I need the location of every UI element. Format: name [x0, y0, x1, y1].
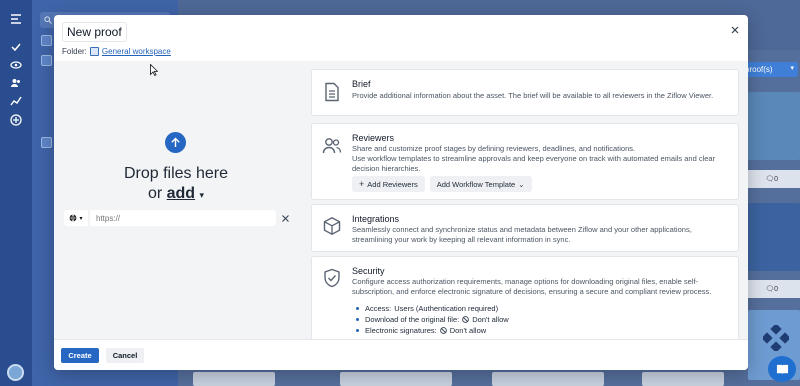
close-icon [731, 26, 739, 34]
proof-card[interactable] [340, 372, 452, 386]
proof-card[interactable] [492, 372, 604, 386]
new-proof-button[interactable]: proof(s) ▾ [742, 62, 798, 77]
reviewers-section[interactable]: Reviewers Share and customize proof stag… [311, 123, 739, 200]
security-item-value: Don't allow [472, 315, 509, 324]
close-icon [281, 214, 289, 222]
users-icon[interactable] [6, 74, 26, 92]
check-icon[interactable] [6, 38, 26, 56]
comment-count: 0 [774, 175, 778, 183]
drop-files-heading: Drop files here [123, 165, 229, 182]
search-icon [44, 16, 52, 24]
proof-options: Brief Provide additional information abo… [304, 61, 748, 339]
mouse-cursor-icon [150, 64, 158, 76]
add-files-link[interactable]: add [167, 185, 195, 202]
brief-title: Brief [352, 79, 371, 89]
avatar[interactable] [7, 364, 24, 381]
folder-icon [89, 46, 99, 56]
app-rail [0, 0, 32, 386]
close-button[interactable] [728, 23, 742, 37]
menu-icon[interactable] [6, 10, 26, 28]
dialog-title[interactable]: New proof [62, 22, 127, 42]
folder-label: Folder: [62, 46, 87, 56]
source-select[interactable]: ▾ [64, 210, 88, 226]
ban-icon [439, 327, 447, 334]
eye-icon[interactable] [6, 56, 26, 74]
security-item-esignature: Electronic signatures: Don't allow [356, 325, 509, 336]
security-section[interactable]: Security Configure access authorization … [311, 256, 739, 339]
proof-card-footer: 🗨 0 [748, 170, 800, 188]
bullet [356, 329, 359, 332]
chevron-down-icon[interactable]: ▾ [200, 190, 205, 200]
chevron-down-icon: ⌄ [518, 179, 525, 189]
url-import-row: ▾ [64, 210, 292, 226]
arrow-up-icon [171, 137, 180, 147]
add-reviewers-button[interactable]: + Add Reviewers [352, 176, 425, 192]
upload-button[interactable] [165, 132, 186, 153]
reviewers-description-2: Use workflow templates to streamline app… [352, 154, 716, 173]
proof-card-footer: 🗨 0 [748, 280, 800, 298]
add-circle-icon[interactable] [6, 111, 26, 129]
integrations-section[interactable]: Integrations Seamlessly connect and sync… [311, 204, 739, 252]
security-item-access: Access: Users (Authentication required) [356, 303, 509, 314]
chart-icon[interactable] [6, 92, 26, 110]
reviewers-actions: + Add Reviewers Add Workflow Template ⌄ [352, 176, 532, 192]
bullet [356, 307, 359, 310]
or-text: or [147, 185, 163, 202]
folder-row: Folder: General workspace [62, 44, 171, 58]
security-item-value: Users (Authentication required) [394, 304, 499, 313]
security-item-label: Electronic signatures: [365, 326, 437, 335]
add-workflow-label: Add Workflow Template [436, 179, 516, 189]
chevron-down-icon: ▾ [79, 215, 83, 222]
comment-count: 0 [774, 285, 778, 293]
url-input[interactable] [90, 210, 276, 226]
globe-icon [70, 214, 77, 222]
workspace-icon[interactable] [41, 35, 52, 46]
clear-url-button[interactable] [280, 213, 290, 223]
security-settings-list: Access: Users (Authentication required) … [356, 303, 509, 336]
security-title: Security [352, 266, 385, 276]
proof-card[interactable] [642, 372, 724, 386]
people-icon [322, 136, 342, 156]
reviewers-description: Share and customize proof stages by defi… [352, 144, 636, 153]
integrations-description: Seamlessly connect and synchronize statu… [352, 225, 692, 244]
reviewers-title: Reviewers [352, 133, 395, 143]
drop-zone[interactable]: Drop files here or add ▾ ▾ [54, 61, 304, 339]
chevron-down-icon: ▾ [790, 65, 794, 72]
workspace-icon[interactable] [41, 137, 52, 148]
plus-icon: + [359, 179, 365, 189]
new-proof-label: proof(s) [745, 65, 773, 74]
document-icon [322, 82, 342, 102]
security-item-download: Download of the original file: Don't all… [356, 314, 509, 325]
security-item-label: Download of the original file: [365, 315, 460, 324]
folder-link[interactable]: General workspace [102, 47, 171, 56]
workspace-icon[interactable] [41, 55, 52, 66]
bullet [356, 318, 359, 321]
proof-card[interactable] [193, 372, 275, 386]
drop-or-add: or add ▾ [54, 184, 298, 205]
create-button[interactable]: Create [61, 348, 99, 363]
security-description: Configure access authorization requireme… [352, 277, 712, 296]
security-item-value: Don't allow [449, 326, 487, 335]
add-reviewers-label: Add Reviewers [367, 179, 418, 189]
cube-icon [322, 216, 342, 236]
help-button[interactable] [768, 356, 796, 382]
brief-section[interactable]: Brief Provide additional information abo… [311, 69, 739, 116]
dialog-footer: Create Cancel [54, 339, 748, 370]
proof-thumbnail[interactable] [748, 92, 800, 160]
ban-icon [462, 316, 470, 323]
new-proof-dialog: New proof Folder: General workspace Drop… [54, 15, 748, 370]
shield-icon [322, 268, 342, 288]
ziflow-logo-icon [763, 325, 789, 351]
book-icon [776, 364, 788, 374]
integrations-title: Integrations [352, 214, 400, 224]
add-workflow-template-button[interactable]: Add Workflow Template ⌄ [429, 176, 532, 192]
proof-thumbnail[interactable] [748, 203, 800, 271]
brief-description: Provide additional information about the… [352, 91, 714, 100]
security-item-label: Access: [365, 304, 392, 313]
cancel-button[interactable]: Cancel [106, 348, 144, 363]
